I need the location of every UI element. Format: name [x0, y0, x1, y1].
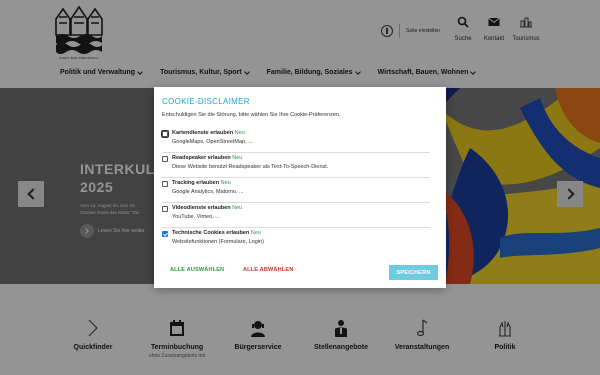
checkbox-readspeaker[interactable]: [162, 156, 168, 162]
option-description: Diese Website benutzt Readspeaker als Te…: [172, 164, 329, 170]
dialog-intro: Entschuldigen Sie die Störung, bitte wäh…: [162, 112, 341, 118]
option-description: GoogleMaps, OpenStreetMap, ...: [172, 139, 253, 145]
option-technische-cookies: Technische Cookies erlauben Neu Websitef…: [162, 228, 430, 253]
option-description: Google Analytics, Matomo, ...: [172, 189, 244, 195]
dialog-title: COOKIE-DISCLAIMER: [162, 97, 250, 106]
checkbox-kartendienste[interactable]: [161, 130, 169, 138]
cookie-disclaimer-dialog: COOKIE-DISCLAIMER Entschuldigen Sie die …: [154, 87, 446, 288]
save-button[interactable]: SPEICHERN: [389, 265, 438, 280]
option-title: Videodienste erlauben Neu: [172, 205, 430, 211]
option-videodienste: Videodienste erlauben Neu YouTube, Vimeo…: [162, 203, 430, 228]
new-badge: Neu: [232, 155, 243, 161]
select-all-button[interactable]: ALLE AUSWÄHLEN: [170, 267, 224, 273]
option-title: Kartendienste erlauben Neu: [172, 130, 430, 136]
option-title-text: Readspeaker erlauben: [172, 155, 231, 161]
new-badge: Neu: [220, 180, 231, 186]
option-readspeaker: Readspeaker erlauben Neu Diese Website b…: [162, 153, 430, 178]
checkbox-tracking[interactable]: [162, 181, 168, 187]
option-tracking: Tracking erlauben Neu Google Analytics, …: [162, 178, 430, 203]
option-title-text: Tracking erlauben: [172, 180, 220, 186]
checkbox-technische-cookies[interactable]: [162, 231, 168, 237]
deselect-all-button[interactable]: ALLE ABWÄHLEN: [243, 267, 293, 273]
new-badge: Neu: [250, 230, 261, 236]
option-title: Tracking erlauben Neu: [172, 180, 430, 186]
option-title: Readspeaker erlauben Neu: [172, 155, 430, 161]
cookie-options: Kartendienste erlauben Neu GoogleMaps, O…: [161, 128, 430, 253]
new-badge: Neu: [232, 205, 243, 211]
option-title: Technische Cookies erlauben Neu: [172, 230, 430, 236]
option-title-text: Videodienste erlauben: [172, 205, 231, 211]
checkbox-videodienste[interactable]: [162, 206, 168, 212]
option-title-text: Kartendienste erlauben: [172, 130, 234, 136]
new-badge: Neu: [234, 130, 245, 136]
option-description: YouTube, Vimeo, ...: [172, 214, 220, 220]
option-description: Websitefunktionen (Formulare, Login): [172, 239, 264, 245]
option-title-text: Technische Cookies erlauben: [172, 230, 250, 236]
option-kartendienste: Kartendienste erlauben Neu GoogleMaps, O…: [161, 128, 430, 153]
